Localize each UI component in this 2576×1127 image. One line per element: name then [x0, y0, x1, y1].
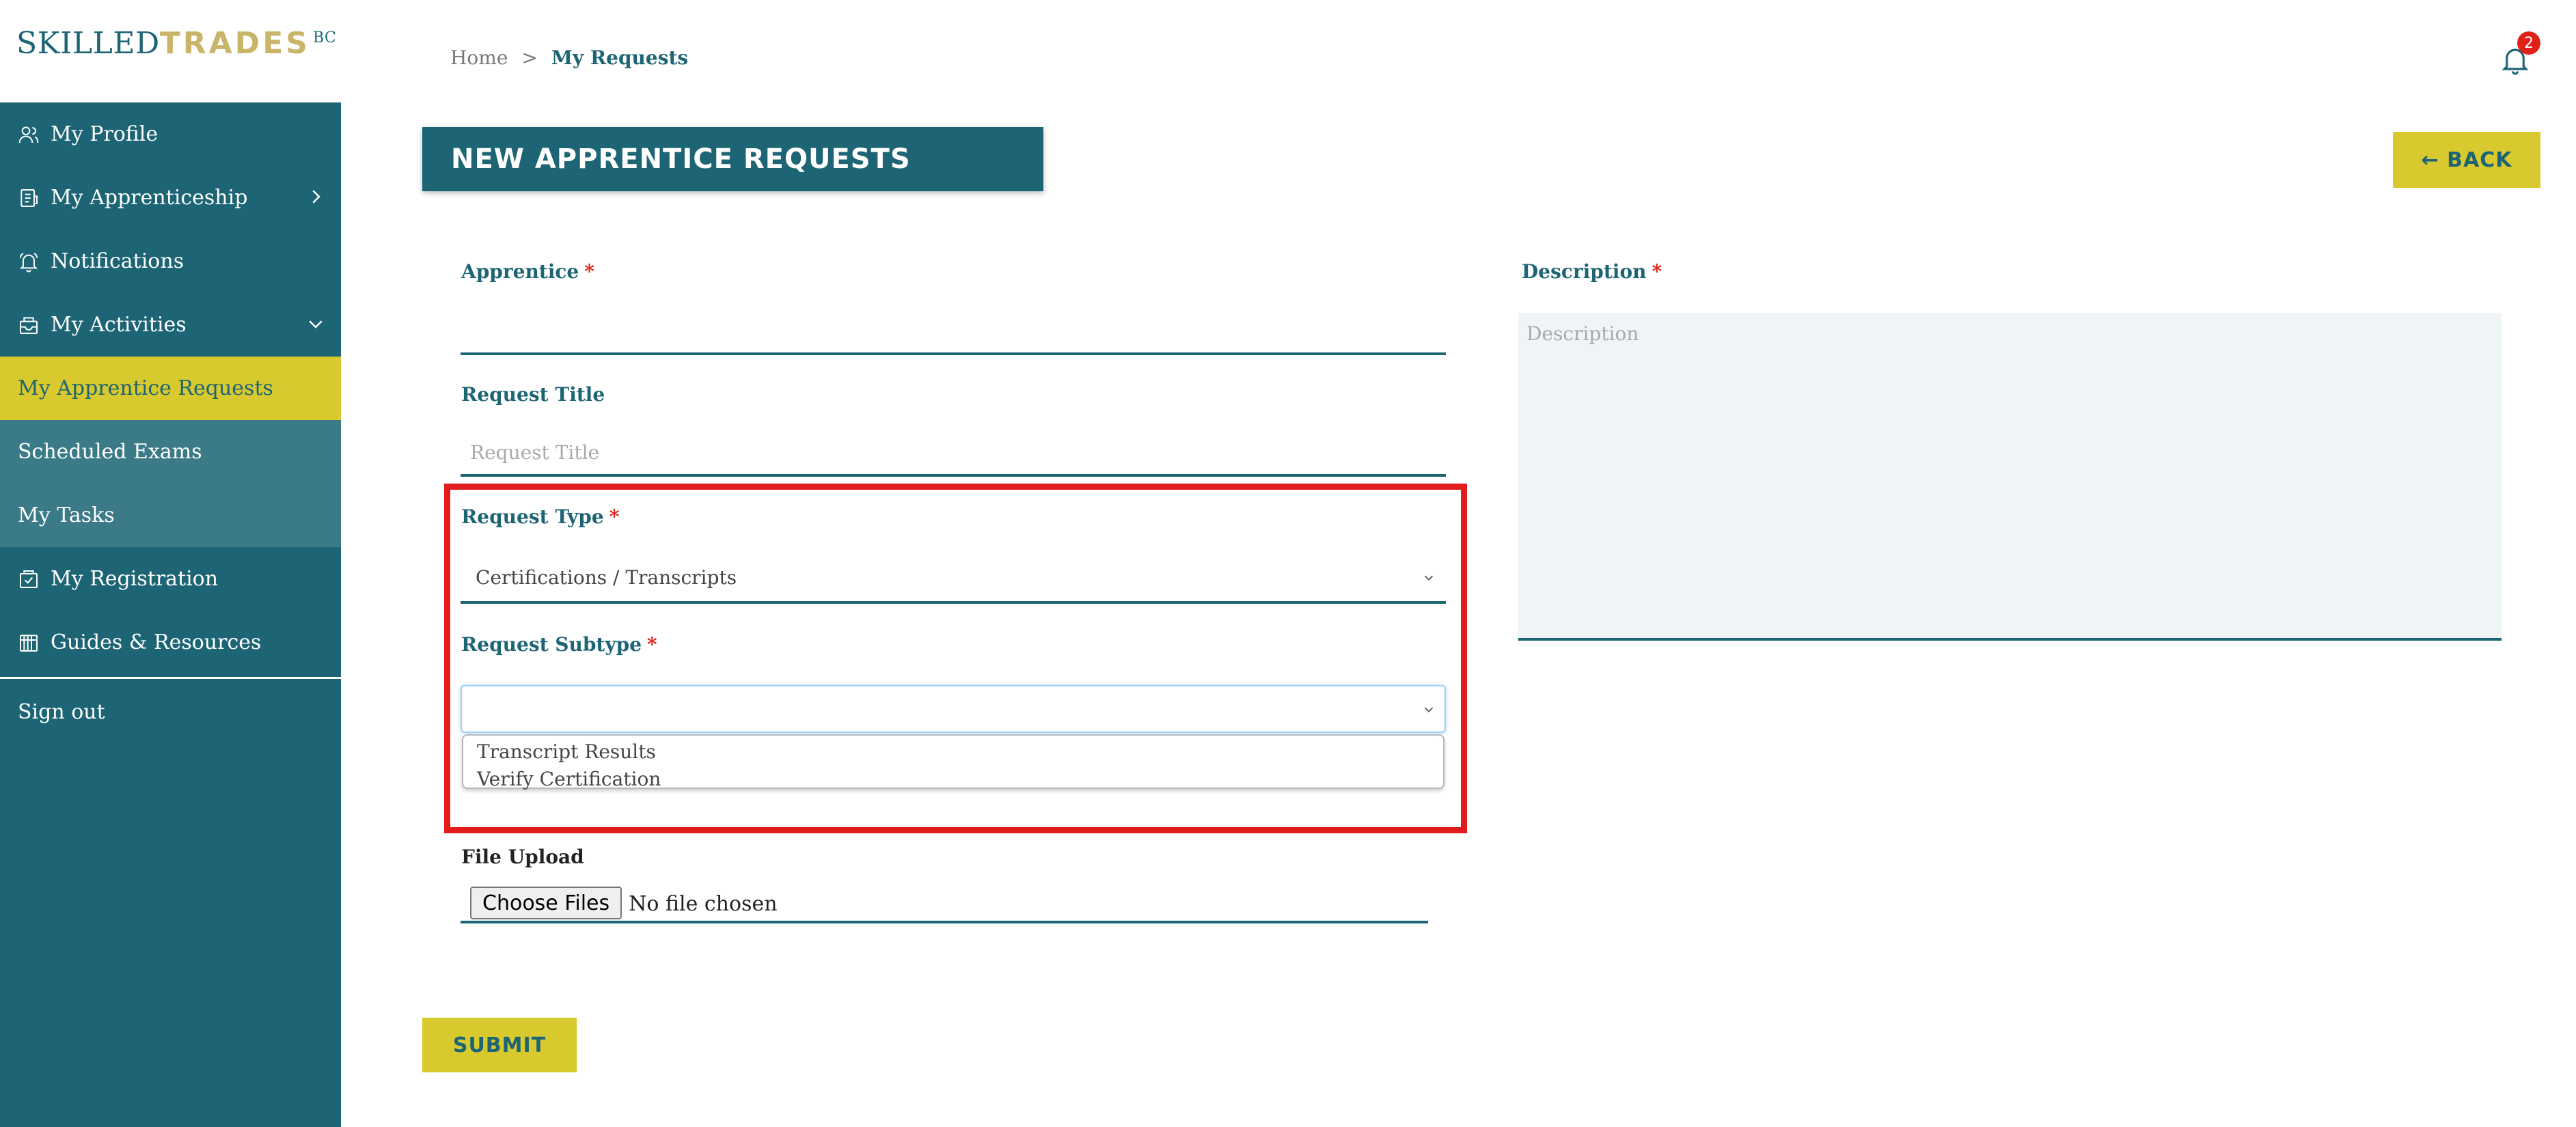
- breadcrumb: Home > My Requests: [450, 46, 688, 69]
- breadcrumb-home[interactable]: Home: [450, 46, 508, 69]
- clipboard-icon: [18, 187, 40, 209]
- description-textarea[interactable]: [1518, 313, 2502, 641]
- sidebar-item-label: My Tasks: [18, 503, 115, 527]
- bell-icon: [18, 251, 40, 273]
- sidebar-item-notifications[interactable]: Notifications: [0, 229, 341, 293]
- sidebar-item-my-tasks[interactable]: My Tasks: [0, 484, 341, 547]
- description-label-text: Description: [1522, 260, 1647, 283]
- back-button[interactable]: ← BACK: [2393, 132, 2540, 188]
- sidebar-item-my-apprenticeship[interactable]: My Apprenticeship: [0, 166, 341, 229]
- sidebar-item-sign-out[interactable]: Sign out: [0, 680, 341, 744]
- sidebar-item-label: Guides & Resources: [51, 630, 262, 654]
- request-title-input[interactable]: [461, 430, 1446, 477]
- brand-logo[interactable]: SKILLEDTRADES BC: [16, 26, 336, 61]
- breadcrumb-current[interactable]: My Requests: [551, 46, 688, 69]
- sidebar-item-label: My Apprentice Requests: [18, 376, 273, 400]
- book-icon: [18, 632, 40, 654]
- sidebar-item-scheduled-exams[interactable]: Scheduled Exams: [0, 420, 341, 484]
- sidebar-item-label: My Profile: [51, 122, 159, 146]
- apprentice-label: Apprentice *: [461, 260, 594, 283]
- sidebar-item-my-activities[interactable]: My Activities: [0, 293, 341, 357]
- inbox-icon: [18, 314, 40, 336]
- choose-files-button[interactable]: Choose Files: [470, 887, 622, 919]
- chevron-right-icon: [312, 190, 320, 204]
- sidebar-item-label: My Apprenticeship: [51, 186, 248, 210]
- required-marker: *: [584, 260, 594, 283]
- sidebar-divider: [0, 677, 341, 679]
- sidebar-item-my-apprentice-requests[interactable]: My Apprentice Requests: [0, 357, 341, 420]
- submit-button[interactable]: SUBMIT: [422, 1018, 577, 1072]
- brand-suffix: BC: [312, 29, 337, 47]
- file-upload-field: Choose Files No file chosen: [461, 887, 1428, 923]
- request-title-label: Request Title: [461, 383, 605, 406]
- highlight-annotation-box: [444, 484, 1467, 833]
- sidebar-item-label: My Registration: [51, 567, 219, 591]
- sidebar-item-my-profile[interactable]: My Profile: [0, 102, 341, 166]
- breadcrumb-separator: >: [521, 46, 538, 69]
- file-upload-label: File Upload: [461, 846, 584, 868]
- sidebar-item-guides-resources[interactable]: Guides & Resources: [0, 611, 341, 674]
- sidebar-item-label: Notifications: [51, 249, 184, 273]
- sidebar-item-label: Sign out: [18, 700, 105, 724]
- apprentice-input[interactable]: [461, 309, 1446, 355]
- person-icon: [18, 124, 40, 145]
- required-marker: *: [1652, 260, 1662, 283]
- apprentice-label-text: Apprentice: [461, 260, 579, 283]
- sidebar-item-my-registration[interactable]: My Registration: [0, 547, 341, 611]
- sidebar: My Profile My Apprenticeship Notificatio…: [0, 102, 341, 1127]
- sidebar-item-label: My Activities: [51, 313, 187, 337]
- sidebar-item-label: Scheduled Exams: [18, 440, 202, 464]
- page-title: NEW APPRENTICE REQUESTS: [422, 127, 1043, 191]
- file-status-text: No file chosen: [629, 892, 778, 916]
- description-label: Description *: [1522, 260, 1662, 283]
- brand-name-part2: TRADES: [159, 26, 310, 61]
- notification-count-badge: 2: [2517, 31, 2540, 55]
- register-icon: [18, 568, 40, 590]
- brand-name-part1: SKILLED: [16, 26, 160, 61]
- logo-area: SKILLEDTRADES BC: [0, 0, 341, 102]
- chevron-down-icon: [309, 320, 323, 329]
